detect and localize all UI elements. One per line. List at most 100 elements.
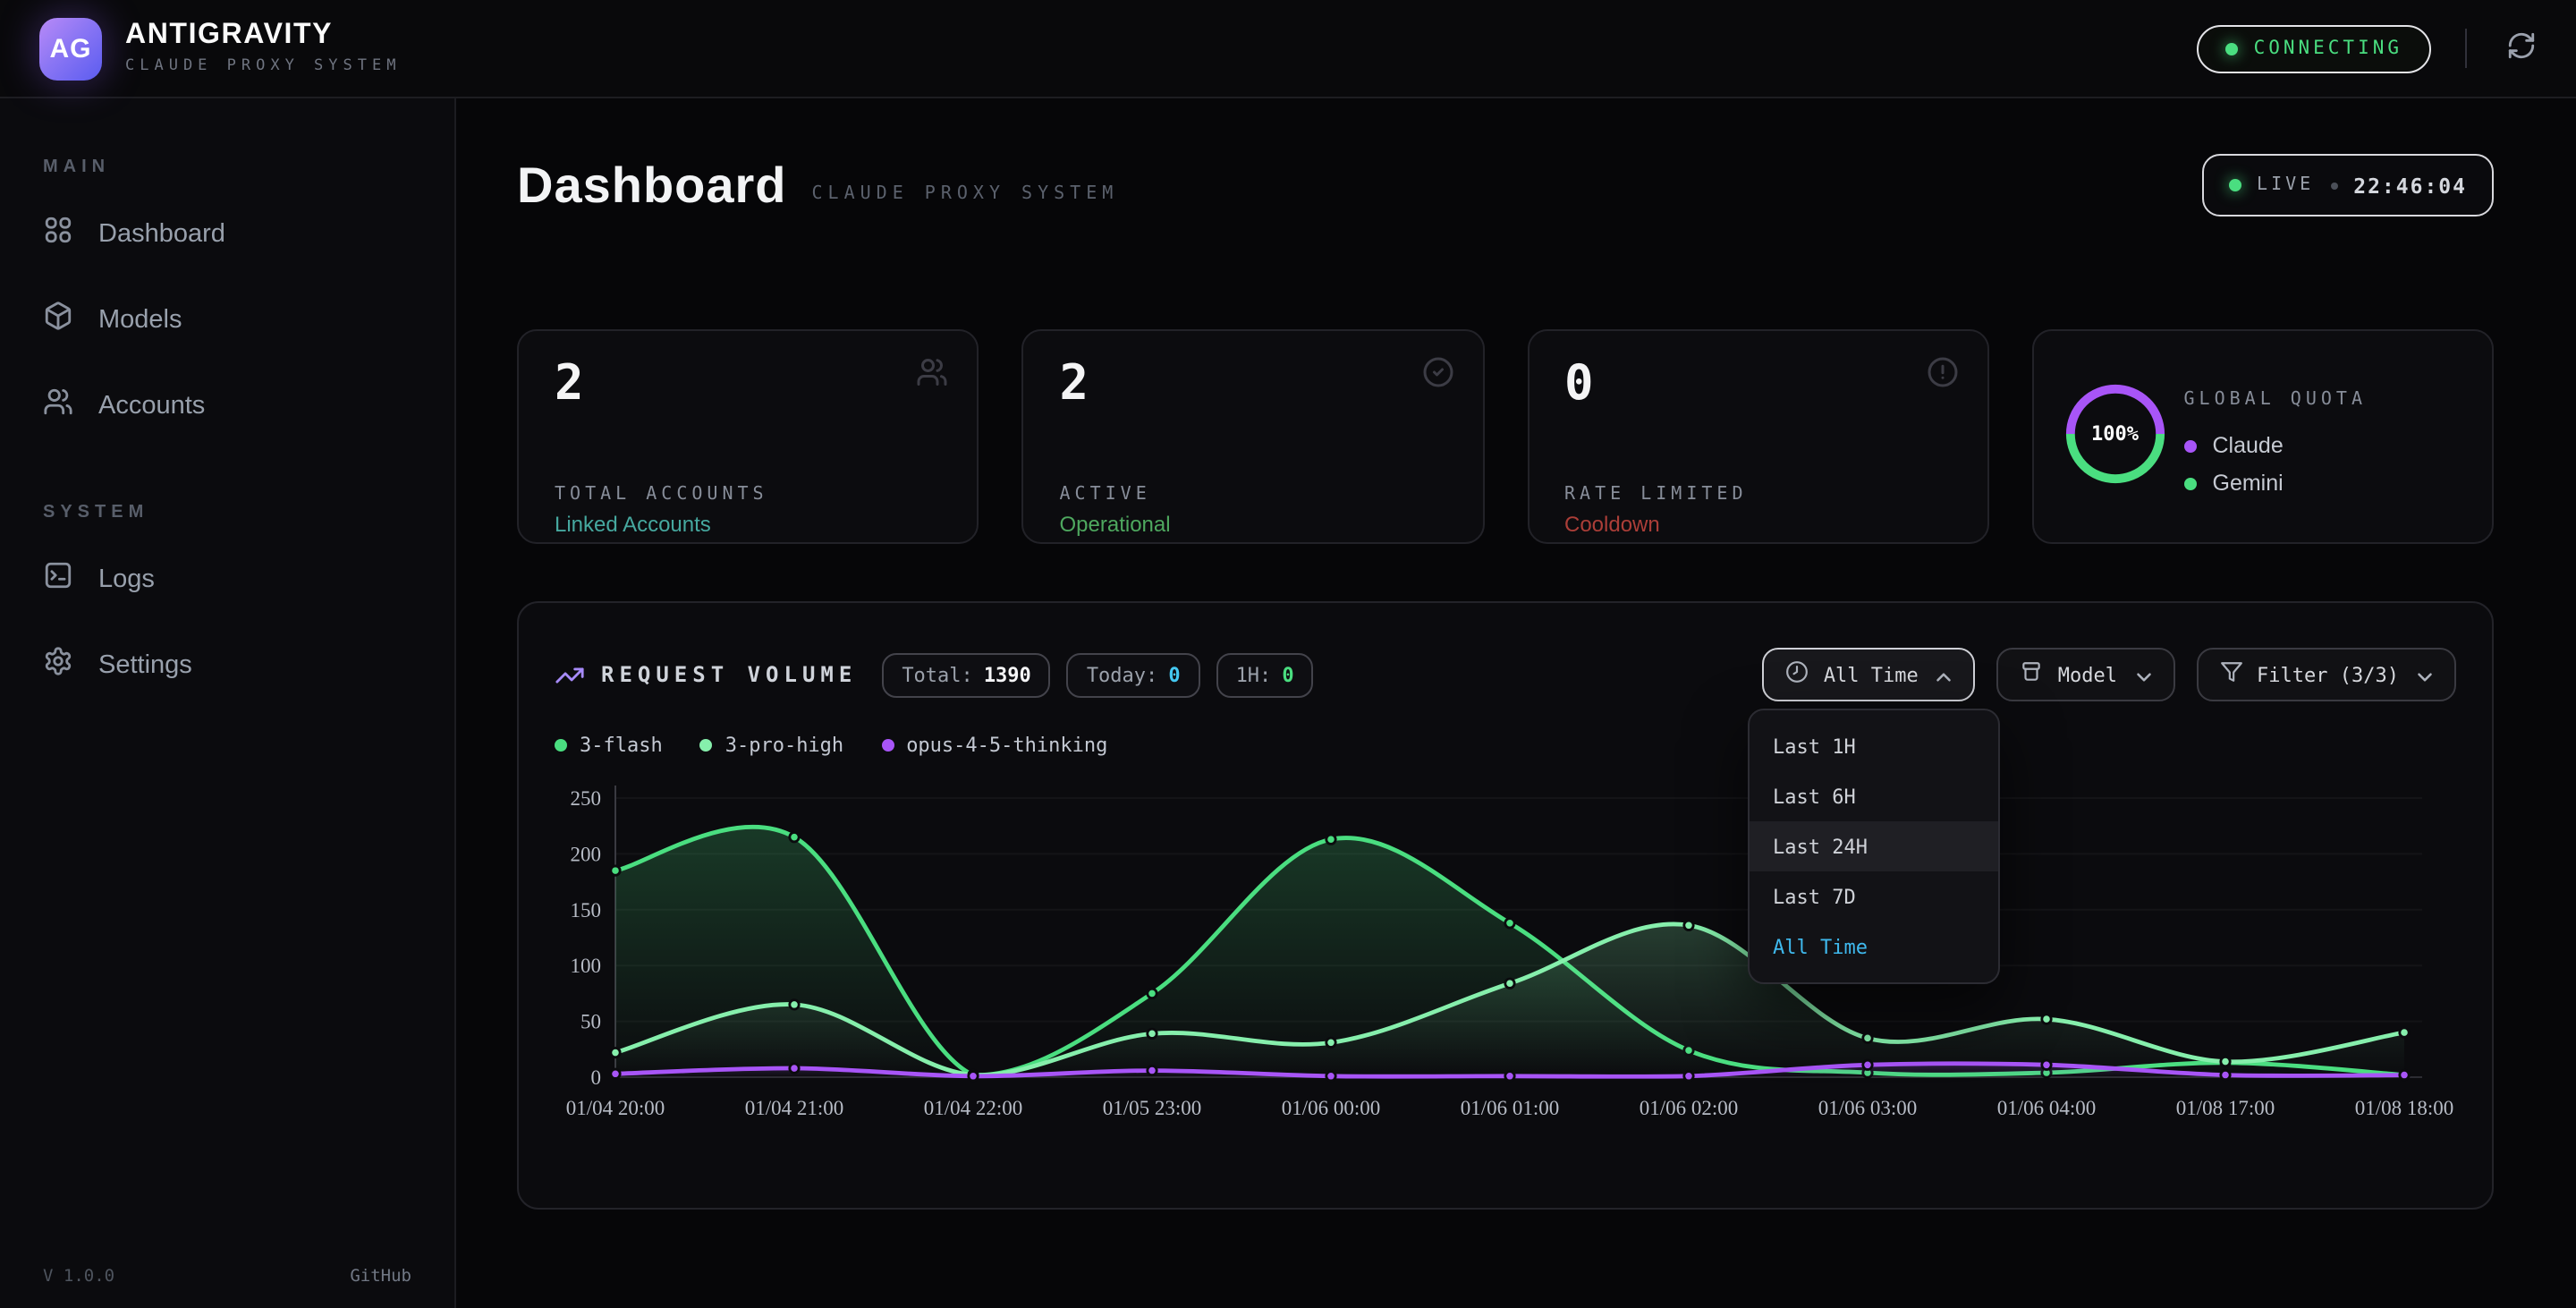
y-axis-label: 0 xyxy=(591,1066,602,1089)
sidebar-item-settings[interactable]: Settings xyxy=(43,641,411,691)
dropdown-item-all-time[interactable]: All Time xyxy=(1750,922,1998,972)
sidebar-item-label: Logs xyxy=(98,565,155,594)
time-range-dropdown: Last 1H Last 6H Last 24H Last 7D All Tim… xyxy=(1748,709,2000,984)
stat-label: TOTAL ACCOUNTS xyxy=(555,485,768,505)
data-point xyxy=(611,1048,620,1057)
clock-icon xyxy=(1786,660,1809,689)
sidebar-item-label: Dashboard xyxy=(98,220,225,249)
request-volume-panel: REQUEST VOLUME Total: 1390 Today: 0 1H: xyxy=(517,601,2494,1210)
model-filter-button[interactable]: Model xyxy=(1997,648,2174,701)
sidebar-section-system: SYSTEM xyxy=(43,503,411,522)
data-point xyxy=(1148,1066,1157,1074)
live-dot-icon xyxy=(2228,179,2241,191)
refresh-button[interactable] xyxy=(2501,29,2540,68)
account-filter-button[interactable]: Filter (3/3) xyxy=(2196,648,2456,701)
time-range-button[interactable]: All Time xyxy=(1763,648,1976,701)
stats-row: 2 TOTAL ACCOUNTS Linked Accounts 2 ACTIV… xyxy=(517,329,2494,544)
box-icon xyxy=(2021,660,2044,689)
total-value: 1390 xyxy=(984,663,1031,686)
alert-circle-icon xyxy=(1927,356,1959,388)
y-axis-label: 50 xyxy=(580,1011,601,1033)
stat-value: 0 xyxy=(1564,360,1594,408)
sidebar-item-models[interactable]: Models xyxy=(43,295,411,345)
x-axis-label: 01/08 18:00 xyxy=(2355,1097,2454,1119)
chevron-up-icon xyxy=(1933,665,1953,684)
data-point xyxy=(611,1069,620,1078)
dropdown-item-last-7d[interactable]: Last 7D xyxy=(1750,871,1998,922)
x-axis-label: 01/04 21:00 xyxy=(745,1097,844,1119)
dropdown-item-last-24h[interactable]: Last 24H xyxy=(1750,821,1998,871)
stat-card-rate-limited: 0 RATE LIMITED Cooldown xyxy=(1527,329,1989,544)
gear-icon xyxy=(43,646,73,685)
stat-value: 2 xyxy=(1060,360,1089,408)
sidebar-item-accounts[interactable]: Accounts xyxy=(43,381,411,431)
request-volume-chart[interactable]: 05010015020025001/04 20:0001/04 21:0001/… xyxy=(547,771,2467,1138)
quota-percent: 100% xyxy=(2063,381,2168,487)
cube-icon xyxy=(43,301,73,340)
app-version: V 1.0.0 xyxy=(43,1267,114,1287)
y-axis-label: 200 xyxy=(571,843,602,865)
panel-header: REQUEST VOLUME Total: 1390 Today: 0 1H: xyxy=(519,603,2492,701)
data-point xyxy=(1684,1072,1693,1081)
today-value: 0 xyxy=(1168,663,1180,686)
github-link[interactable]: GitHub xyxy=(350,1267,411,1287)
x-axis-label: 01/06 02:00 xyxy=(1640,1097,1739,1119)
stat-sublabel: Operational xyxy=(1060,512,1171,537)
sidebar-item-logs[interactable]: Logs xyxy=(43,555,411,605)
stat-card-active: 2 ACTIVE Operational xyxy=(1022,329,1485,544)
chart-legend: 3-flash 3-pro-high opus-4-5-thinking xyxy=(555,734,2492,757)
data-point xyxy=(790,1000,799,1009)
sidebar-item-label: Settings xyxy=(98,651,192,680)
main-content: Dashboard CLAUDE PROXY SYSTEM LIVE 22:46… xyxy=(456,98,2576,1308)
sidebar-item-label: Models xyxy=(98,306,182,335)
series-dot-icon xyxy=(555,739,567,752)
topbar: AG ANTIGRAVITY CLAUDE PROXY SYSTEM CONNE… xyxy=(0,0,2576,98)
legend-item-3-pro-high: 3-pro-high xyxy=(700,734,843,757)
stat-value: 2 xyxy=(555,360,584,408)
dot-separator-icon xyxy=(2330,182,2337,189)
dropdown-item-last-6h[interactable]: Last 6H xyxy=(1750,771,1998,821)
data-point xyxy=(969,1072,978,1081)
data-point xyxy=(2221,1057,2230,1066)
data-point xyxy=(1505,979,1514,988)
dropdown-item-last-1h[interactable]: Last 1H xyxy=(1750,721,1998,771)
time-range-label: All Time xyxy=(1824,663,1919,686)
sidebar-item-label: Accounts xyxy=(98,392,205,420)
data-point xyxy=(2042,1060,2051,1069)
sidebar-item-dashboard[interactable]: Dashboard xyxy=(43,209,411,259)
total-chip: Total: 1390 xyxy=(882,652,1051,697)
chart-controls: All Time Model xyxy=(1763,648,2456,701)
chevron-down-icon xyxy=(2131,665,2151,684)
quota-legend-name: Claude xyxy=(2213,433,2284,458)
brand-text: ANTIGRAVITY CLAUDE PROXY SYSTEM xyxy=(125,21,401,75)
brand-subtitle: CLAUDE PROXY SYSTEM xyxy=(125,57,401,75)
x-axis-label: 01/06 03:00 xyxy=(1818,1097,1918,1119)
legend-item-3-flash: 3-flash xyxy=(555,734,663,757)
grid-icon xyxy=(43,215,73,254)
trending-up-icon xyxy=(555,659,585,690)
app-logo: AG xyxy=(39,17,102,80)
sidebar-section-main: MAIN xyxy=(43,157,411,177)
data-point xyxy=(2400,1028,2409,1037)
sidebar: MAIN Dashboard Models xyxy=(0,98,456,1308)
funnel-icon xyxy=(2219,660,2242,689)
connection-status-badge: CONNECTING xyxy=(2197,24,2431,72)
stat-label: RATE LIMITED xyxy=(1564,485,1748,505)
data-point xyxy=(1326,1038,1335,1047)
hour-chip: 1H: 0 xyxy=(1216,652,1314,697)
topbar-divider xyxy=(2465,29,2467,68)
data-point xyxy=(1684,921,1693,930)
y-axis-label: 250 xyxy=(571,787,602,810)
page-title: Dashboard xyxy=(517,160,787,210)
connection-status-label: CONNECTING xyxy=(2254,38,2402,59)
data-point xyxy=(1863,1060,1872,1069)
model-filter-label: Model xyxy=(2058,663,2117,686)
y-axis-label: 100 xyxy=(571,955,602,977)
data-point xyxy=(2042,1015,2051,1023)
stat-card-total-accounts: 2 TOTAL ACCOUNTS Linked Accounts xyxy=(517,329,979,544)
chart-area: 05010015020025001/04 20:0001/04 21:0001/… xyxy=(547,771,2467,1138)
refresh-icon xyxy=(2505,30,2536,66)
data-point xyxy=(1148,989,1157,998)
data-point xyxy=(611,866,620,875)
x-axis-label: 01/06 04:00 xyxy=(1997,1097,2097,1119)
